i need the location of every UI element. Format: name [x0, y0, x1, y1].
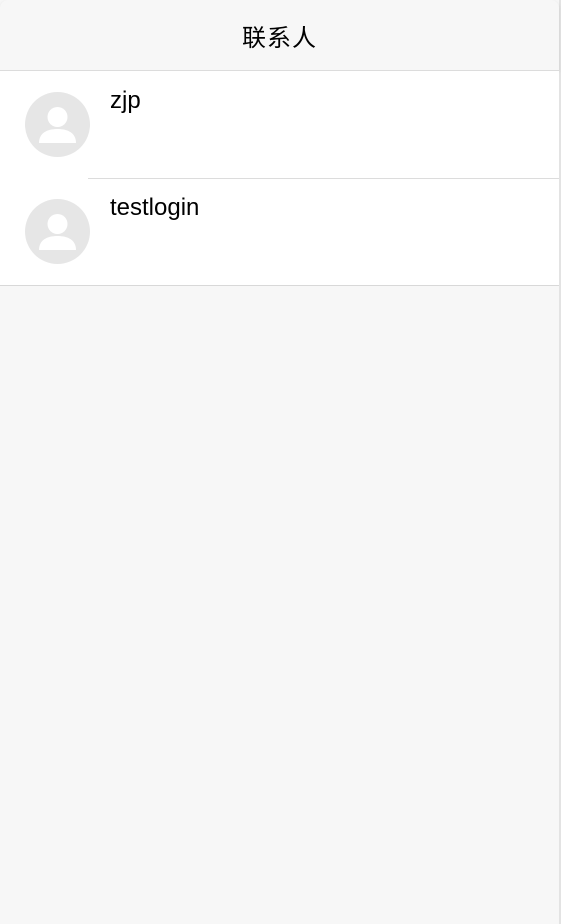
- contact-list: zjp testlogin: [0, 71, 559, 286]
- navbar: 联系人: [0, 0, 559, 71]
- contact-item[interactable]: testlogin: [0, 178, 559, 285]
- person-placeholder-icon: [39, 214, 76, 250]
- app-window: 联系人 zjp testlogin: [0, 0, 561, 924]
- page-title: 联系人: [242, 23, 317, 52]
- contact-name: testlogin: [110, 194, 200, 221]
- avatar: [25, 92, 90, 157]
- contact-name: zjp: [110, 87, 141, 114]
- contact-item[interactable]: zjp: [0, 71, 559, 178]
- avatar: [25, 199, 90, 264]
- person-placeholder-icon: [39, 107, 76, 143]
